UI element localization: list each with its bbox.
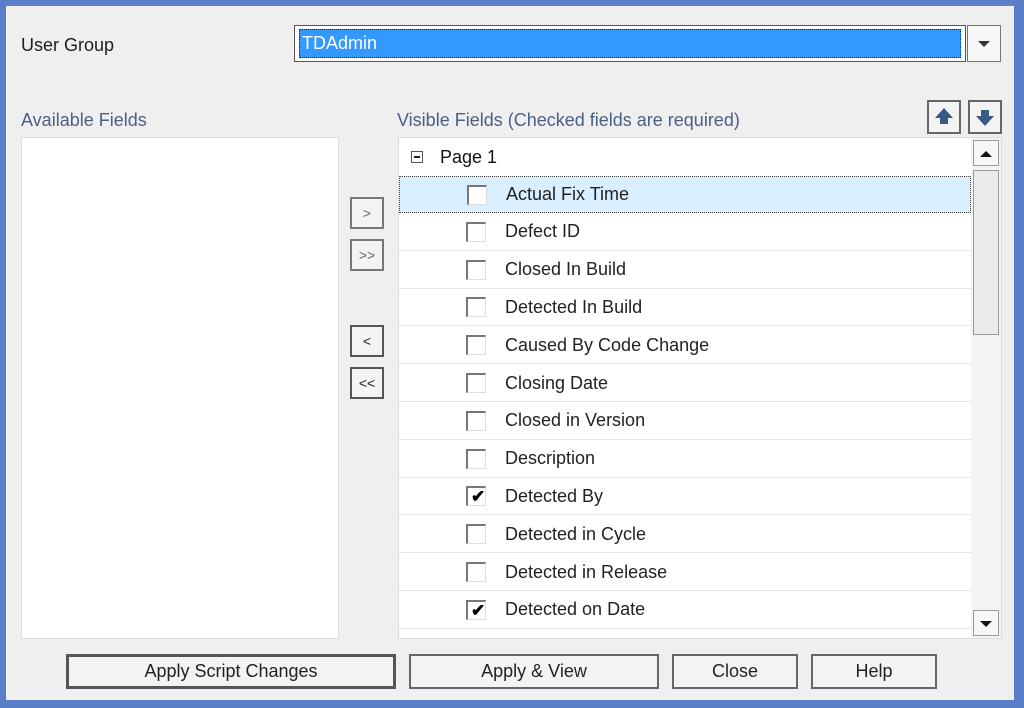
field-label: Defect ID bbox=[505, 221, 581, 242]
field-row[interactable]: Detected in Release bbox=[399, 554, 971, 591]
arrow-up-icon bbox=[935, 108, 953, 124]
required-checkbox[interactable] bbox=[466, 335, 486, 356]
help-button[interactable]: Help bbox=[811, 654, 937, 689]
field-row[interactable]: ✔ Detected By bbox=[399, 478, 971, 516]
scroll-down-button[interactable] bbox=[973, 610, 999, 636]
field-label: Closed in Version bbox=[505, 410, 646, 431]
required-checkbox[interactable]: ✔ bbox=[466, 486, 486, 507]
scroll-thumb[interactable] bbox=[973, 170, 999, 335]
arrow-down-icon bbox=[976, 110, 994, 126]
remove-field-button[interactable]: < bbox=[350, 325, 384, 357]
required-checkbox[interactable] bbox=[466, 259, 486, 280]
required-checkbox[interactable] bbox=[466, 221, 486, 242]
collapse-icon[interactable] bbox=[411, 151, 423, 163]
add-field-button[interactable]: > bbox=[350, 197, 384, 229]
field-row[interactable]: Detected in Cycle bbox=[399, 516, 971, 554]
remove-all-fields-button[interactable]: << bbox=[350, 367, 384, 399]
field-label: Detected By bbox=[505, 485, 604, 506]
check-icon: ✔ bbox=[471, 487, 486, 507]
close-button[interactable]: Close bbox=[672, 654, 798, 689]
move-up-button[interactable] bbox=[927, 100, 961, 134]
field-row[interactable]: Defect ID bbox=[399, 214, 971, 251]
required-checkbox[interactable] bbox=[466, 373, 486, 393]
field-row[interactable]: Actual Fix Time bbox=[399, 176, 971, 213]
field-label: Caused By Code Change bbox=[505, 334, 710, 355]
chevron-down-icon bbox=[978, 41, 990, 47]
move-down-button[interactable] bbox=[968, 100, 1002, 134]
arrow-up-icon bbox=[980, 151, 992, 157]
user-group-value: TDAdmin bbox=[299, 29, 961, 58]
field-label: Actual Fix Time bbox=[506, 184, 630, 204]
required-checkbox[interactable] bbox=[466, 410, 486, 431]
required-checkbox[interactable] bbox=[466, 297, 486, 318]
required-checkbox[interactable] bbox=[466, 524, 486, 545]
field-label: Description bbox=[505, 448, 596, 469]
customize-fields-dialog: User Group TDAdmin Available Fields Visi… bbox=[6, 6, 1014, 700]
visible-fields-label: Visible Fields (Checked fields are requi… bbox=[397, 110, 740, 130]
field-row-partial[interactable] bbox=[399, 630, 971, 638]
field-label: Detected in Release bbox=[505, 561, 668, 582]
field-label: Detected In Build bbox=[505, 296, 643, 317]
field-label: Closing Date bbox=[505, 372, 609, 393]
available-fields-list[interactable] bbox=[21, 137, 339, 639]
required-checkbox[interactable] bbox=[466, 448, 486, 469]
tree-group-page-1[interactable]: Page 1 bbox=[399, 138, 971, 176]
chevron-down-icon bbox=[980, 621, 992, 627]
user-group-dropdown-button[interactable] bbox=[967, 25, 1001, 62]
vertical-scrollbar[interactable] bbox=[971, 138, 1001, 638]
visible-fields-tree[interactable]: Page 1 Actual Fix Time Defect ID Closed In… bbox=[398, 137, 1002, 639]
field-row[interactable]: Closed in Version bbox=[399, 403, 971, 440]
field-row[interactable]: Closing Date bbox=[399, 365, 971, 402]
required-checkbox[interactable] bbox=[466, 562, 486, 582]
field-row[interactable]: Closed In Build bbox=[399, 252, 971, 289]
field-label: Detected on Date bbox=[505, 599, 646, 620]
apply-and-view-button[interactable]: Apply & View bbox=[409, 654, 659, 689]
group-label: Page 1 bbox=[440, 146, 498, 167]
scroll-up-button[interactable] bbox=[973, 140, 999, 166]
user-group-label: User Group bbox=[21, 35, 115, 55]
field-row[interactable]: Caused By Code Change bbox=[399, 327, 971, 365]
available-fields-label: Available Fields bbox=[21, 110, 147, 130]
field-row[interactable]: ✔ Detected on Date bbox=[399, 592, 971, 629]
field-label: Detected in Cycle bbox=[505, 523, 647, 544]
add-all-fields-button[interactable]: >> bbox=[350, 239, 384, 271]
required-checkbox[interactable] bbox=[467, 184, 487, 205]
user-group-select[interactable]: TDAdmin bbox=[294, 25, 966, 62]
field-row[interactable]: Description bbox=[399, 441, 971, 478]
required-checkbox[interactable]: ✔ bbox=[466, 599, 486, 620]
apply-script-changes-button[interactable]: Apply Script Changes bbox=[66, 654, 396, 689]
check-icon: ✔ bbox=[471, 600, 486, 620]
field-row[interactable]: Detected In Build bbox=[399, 289, 971, 327]
field-label: Closed In Build bbox=[505, 259, 627, 280]
